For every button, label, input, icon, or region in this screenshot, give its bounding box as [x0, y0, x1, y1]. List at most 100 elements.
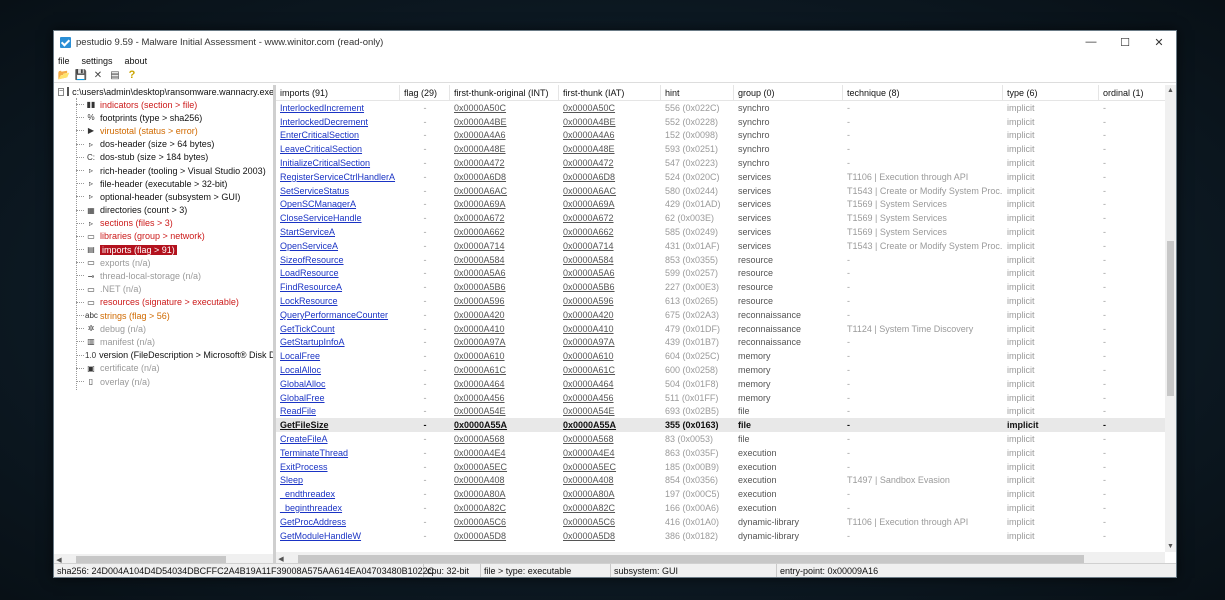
table-row[interactable]: OpenSCManagerA - 0x0000A69A 0x0000A69A 429 (… [276, 198, 1176, 212]
cell-import-name[interactable]: SizeofResource [276, 255, 400, 265]
cell-import-name[interactable]: GetModuleHandleW [276, 531, 400, 541]
table-row[interactable]: SizeofResource - 0x0000A584 0x0000A584 853 (… [276, 253, 1176, 267]
collapse-icon[interactable]: − [58, 87, 65, 96]
column-group[interactable]: group (0) [734, 85, 843, 100]
column-first-thunk-original[interactable]: first-thunk-original (INT) [450, 85, 559, 100]
tree-item[interactable]: ▦ directories (count > 3) [54, 204, 273, 217]
cell-import-name[interactable]: GetTickCount [276, 324, 400, 334]
cell-import-name[interactable]: InterlockedIncrement [276, 103, 400, 113]
table-row[interactable]: OpenServiceA - 0x0000A714 0x0000A714 431 (0x… [276, 239, 1176, 253]
tree-item[interactable]: ▯ overlay (n/a) [54, 375, 273, 388]
table-row[interactable]: GlobalFree - 0x0000A456 0x0000A456 511 (0x01… [276, 391, 1176, 405]
tree-item[interactable]: ▮▮ indicators (section > file) [54, 98, 273, 111]
cell-import-name[interactable]: QueryPerformanceCounter [276, 310, 400, 320]
table-row[interactable]: _beginthreadex - 0x0000A82C 0x0000A82C 166 (… [276, 501, 1176, 515]
cell-import-name[interactable]: RegisterServiceCtrlHandlerA [276, 172, 400, 182]
table-row[interactable]: ReadFile - 0x0000A54E 0x0000A54E 693 (0x02B5… [276, 405, 1176, 419]
column-first-thunk[interactable]: first-thunk (IAT) [559, 85, 661, 100]
tree-item[interactable]: ▹ sections (files > 3) [54, 217, 273, 230]
table-row[interactable]: InterlockedIncrement - 0x0000A50C 0x0000A50… [276, 101, 1176, 115]
list-icon[interactable]: ▤ [108, 69, 122, 82]
table-row[interactable]: InterlockedDecrement - 0x0000A4BE 0x0000A4B… [276, 115, 1176, 129]
cell-import-name[interactable]: LoadResource [276, 268, 400, 278]
maximize-button[interactable]: ☐ [1108, 31, 1142, 53]
cell-import-name[interactable]: InitializeCriticalSection [276, 158, 400, 168]
table-row[interactable]: EnterCriticalSection - 0x0000A4A6 0x0000A4A… [276, 129, 1176, 143]
tree-item[interactable]: C: dos-stub (size > 184 bytes) [54, 151, 273, 164]
close-file-icon[interactable]: ✕ [91, 69, 105, 82]
tree-item[interactable]: ▣ certificate (n/a) [54, 362, 273, 375]
tree-item[interactable]: ▭ exports (n/a) [54, 256, 273, 269]
cell-import-name[interactable]: LocalAlloc [276, 365, 400, 375]
table-row[interactable]: SetServiceStatus - 0x0000A6AC 0x0000A6AC 580… [276, 184, 1176, 198]
column-technique[interactable]: technique (8) [843, 85, 1003, 100]
table-row[interactable]: TerminateThread - 0x0000A4E4 0x0000A4E4 863 … [276, 446, 1176, 460]
scroll-down-icon[interactable]: ▼ [1165, 543, 1176, 550]
scroll-left-icon[interactable]: ◀ [276, 555, 286, 563]
menu-settings[interactable]: settings [82, 56, 113, 66]
scroll-thumb[interactable] [1167, 241, 1174, 396]
cell-import-name[interactable]: FindResourceA [276, 282, 400, 292]
table-row[interactable]: ExitProcess - 0x0000A5EC 0x0000A5EC 185 (0x0… [276, 460, 1176, 474]
table-row[interactable]: FindResourceA - 0x0000A5B6 0x0000A5B6 227 (0… [276, 280, 1176, 294]
table-row[interactable]: GetTickCount - 0x0000A410 0x0000A410 479 (0x… [276, 322, 1176, 336]
menu-about[interactable]: about [125, 56, 148, 66]
open-folder-icon[interactable]: 📂 [57, 69, 71, 82]
table-row[interactable]: LoadResource - 0x0000A5A6 0x0000A5A6 599 (0x… [276, 267, 1176, 281]
cell-import-name[interactable]: LockResource [276, 296, 400, 306]
tree-item[interactable]: 1.0 version (FileDescription > Microsoft®… [54, 349, 273, 362]
cell-import-name[interactable]: InterlockedDecrement [276, 117, 400, 127]
scroll-thumb[interactable] [298, 554, 1084, 563]
table-row[interactable]: GetStartupInfoA - 0x0000A97A 0x0000A97A 439 … [276, 336, 1176, 350]
tree-item[interactable]: ▹ dos-header (size > 64 bytes) [54, 138, 273, 151]
cell-import-name[interactable]: GlobalAlloc [276, 379, 400, 389]
tree-item[interactable]: ✲ debug (n/a) [54, 322, 273, 335]
minimize-button[interactable]: — [1074, 31, 1108, 53]
cell-import-name[interactable]: _endthreadex [276, 489, 400, 499]
table-row[interactable]: QueryPerformanceCounter - 0x0000A420 0x0000… [276, 308, 1176, 322]
tree-item[interactable]: ▹ file-header (executable > 32-bit) [54, 177, 273, 190]
cell-import-name[interactable]: Sleep [276, 475, 400, 485]
tree-item[interactable]: ▭ .NET (n/a) [54, 283, 273, 296]
scroll-up-icon[interactable]: ▲ [1165, 87, 1176, 94]
cell-import-name[interactable]: _beginthreadex [276, 503, 400, 513]
help-icon[interactable]: ? [125, 69, 139, 82]
cell-import-name[interactable]: OpenSCManagerA [276, 199, 400, 209]
cell-import-name[interactable]: CreateFileA [276, 434, 400, 444]
tree-item[interactable]: ▶ virustotal (status > error) [54, 124, 273, 137]
cell-import-name[interactable]: GetStartupInfoA [276, 337, 400, 347]
table-row[interactable]: Sleep - 0x0000A408 0x0000A408 854 (0x0356) ex… [276, 474, 1176, 488]
table-row[interactable]: LocalFree - 0x0000A610 0x0000A610 604 (0x025… [276, 349, 1176, 363]
scroll-thumb[interactable] [76, 556, 226, 563]
menu-file[interactable]: file [58, 56, 70, 66]
table-row[interactable]: StartServiceA - 0x0000A662 0x0000A662 585 (0… [276, 225, 1176, 239]
cell-import-name[interactable]: GlobalFree [276, 393, 400, 403]
tree-item[interactable]: ▥ manifest (n/a) [54, 335, 273, 348]
cell-import-name[interactable]: GetProcAddress [276, 517, 400, 527]
cell-import-name[interactable]: LocalFree [276, 351, 400, 361]
tree-item[interactable]: ▭ resources (signature > executable) [54, 296, 273, 309]
table-row[interactable]: LeaveCriticalSection - 0x0000A48E 0x0000A48… [276, 142, 1176, 156]
table-row[interactable]: RegisterServiceCtrlHandlerA - 0x0000A6D8 0x… [276, 170, 1176, 184]
table-row[interactable]: LockResource - 0x0000A596 0x0000A596 613 (0x… [276, 294, 1176, 308]
tree-item[interactable]: ▹ rich-header (tooling > Visual Studio 20… [54, 164, 273, 177]
close-window-button[interactable]: ✕ [1142, 31, 1176, 53]
table-row[interactable]: _endthreadex - 0x0000A80A 0x0000A80A 197 (0x… [276, 487, 1176, 501]
table-row[interactable]: LocalAlloc - 0x0000A61C 0x0000A61C 600 (0x02… [276, 363, 1176, 377]
table-row[interactable]: CloseServiceHandle - 0x0000A672 0x0000A672 6… [276, 211, 1176, 225]
table-row[interactable]: InitializeCriticalSection - 0x0000A472 0x00… [276, 156, 1176, 170]
save-icon[interactable]: 💾 [74, 69, 88, 82]
table-row[interactable]: GetModuleHandleW - 0x0000A5D8 0x0000A5D8 386… [276, 529, 1176, 543]
tree-item[interactable]: abc strings (flag > 56) [54, 309, 273, 322]
cell-import-name[interactable]: SetServiceStatus [276, 186, 400, 196]
cell-import-name[interactable]: EnterCriticalSection [276, 130, 400, 140]
cell-import-name[interactable]: GetFileSize [276, 420, 400, 430]
cell-import-name[interactable]: StartServiceA [276, 227, 400, 237]
cell-import-name[interactable]: CloseServiceHandle [276, 213, 400, 223]
tree-item[interactable]: % footprints (type > sha256) [54, 111, 273, 124]
cell-import-name[interactable]: LeaveCriticalSection [276, 144, 400, 154]
table-row[interactable]: GetFileSize - 0x0000A55A 0x0000A55A 355 (0x0… [276, 418, 1176, 433]
column-flag[interactable]: flag (29) [400, 85, 450, 100]
column-hint[interactable]: hint [661, 85, 734, 100]
cell-import-name[interactable]: ReadFile [276, 406, 400, 416]
